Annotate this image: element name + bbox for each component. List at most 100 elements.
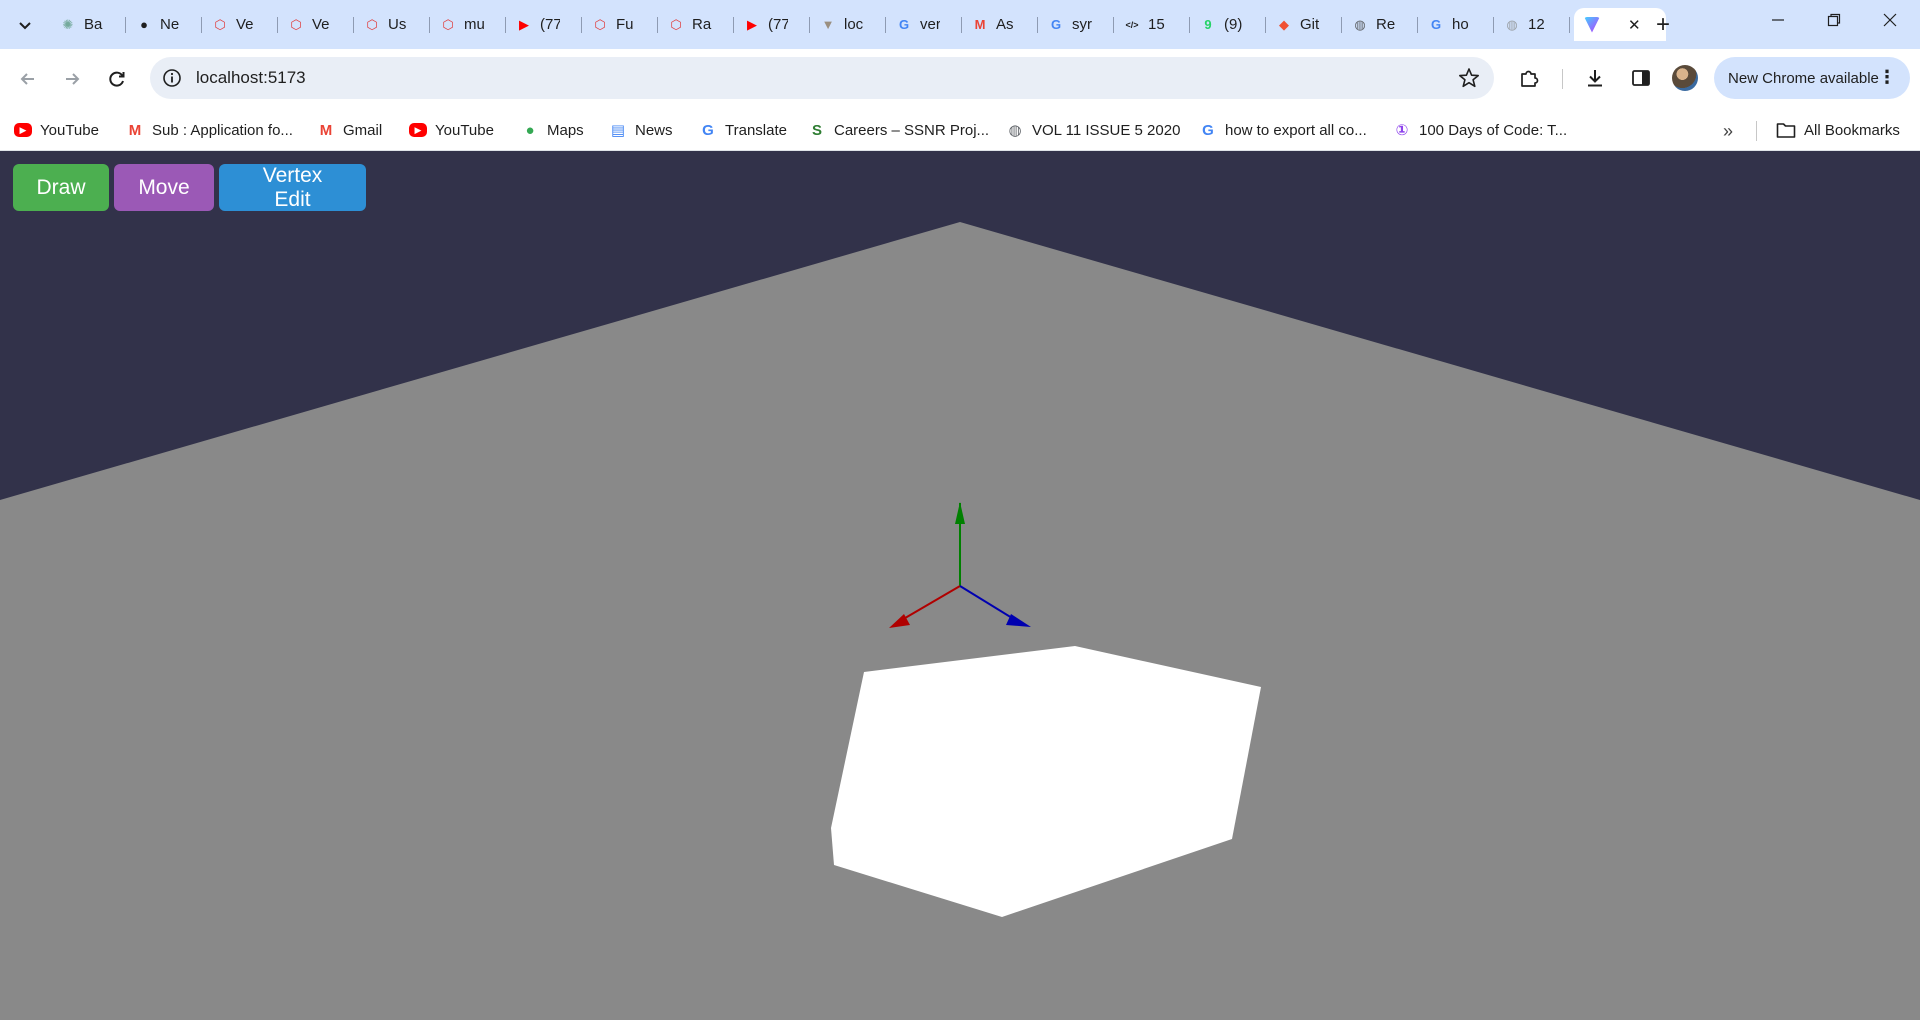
browser-tab[interactable]: 9 (9) [1190, 8, 1266, 41]
gmail-icon: M [128, 121, 142, 139]
tab-title: loc [844, 16, 864, 33]
bookmark-item[interactable]: S Careers – SSNR Proj... [808, 117, 989, 143]
back-button[interactable] [10, 61, 46, 97]
bookmark-item[interactable]: ▶ YouTube [409, 117, 494, 143]
bookmark-item[interactable]: Ghow to export all co... [1199, 117, 1367, 143]
code-icon: </> [1125, 19, 1139, 30]
more-menu-icon[interactable]: ⋮ [1878, 67, 1896, 87]
restore-button[interactable] [1806, 0, 1862, 40]
address-url[interactable]: localhost:5173 [196, 68, 306, 88]
new-chrome-available-button[interactable]: New Chrome available ⋮ [1714, 57, 1910, 99]
minimize-button[interactable] [1750, 0, 1806, 40]
tab-search-button[interactable] [8, 10, 42, 40]
hexagon-icon: ⬡ [442, 16, 454, 32]
browser-tab[interactable]: M As [962, 8, 1038, 41]
bookmark-item[interactable]: ▶ YouTube [14, 117, 99, 143]
browser-tab[interactable]: ⬡ Fu [582, 8, 658, 41]
bookmark-item[interactable]: ◍ VOL 11 ISSUE 5 2020 [1006, 117, 1180, 143]
puzzle-icon [1521, 70, 1539, 87]
google-icon: G [1430, 17, 1442, 32]
bookmark-label: Translate [725, 121, 787, 139]
chevron-double-right-icon: » [1722, 120, 1733, 141]
tab-title: Ra [692, 16, 712, 33]
hexagon-icon: ⬡ [594, 16, 606, 32]
tab-title: Ba [84, 16, 103, 33]
bookmark-item[interactable]: G Translate [699, 117, 787, 143]
browser-tab[interactable]: ◆ Git [1266, 8, 1342, 41]
toolbar-divider [1562, 69, 1563, 89]
arrow-left-icon [20, 73, 34, 85]
close-window-button[interactable] [1862, 0, 1918, 40]
all-bookmarks-label: All Bookmarks [1804, 121, 1900, 139]
bookmark-label: Careers – SSNR Proj... [834, 121, 990, 139]
vertex-edit-mode-button[interactable]: Vertex Edit [219, 164, 366, 211]
draw-mode-button[interactable]: Draw [13, 164, 109, 211]
globe-icon: ◍ [1354, 16, 1366, 32]
gmail-icon: M [319, 121, 333, 139]
browser-tab[interactable]: ⬡ Ve [278, 8, 354, 41]
tab-title: Fu [616, 16, 634, 33]
bookmark-star-icon[interactable] [1458, 67, 1480, 89]
hexagon-icon: ⬡ [290, 16, 302, 32]
bookmark-item[interactable]: ▤ News [609, 117, 673, 143]
address-bar[interactable]: localhost:5173 [150, 57, 1494, 99]
youtube-icon: ▶ [519, 16, 529, 32]
chevron-down-icon [19, 22, 31, 30]
browser-tab[interactable]: ✺ Ba [50, 8, 126, 41]
restore-icon [1827, 13, 1841, 27]
tab-title: Ve [312, 16, 330, 33]
tab-title: (77 [768, 16, 788, 33]
new-tab-button[interactable]: + [1648, 10, 1678, 40]
tab-title: mu [464, 16, 484, 33]
code-badge-icon: ① [1395, 122, 1409, 139]
side-panel-button[interactable] [1628, 65, 1654, 91]
maps-pin-icon: ● [525, 121, 535, 139]
bookmark-item[interactable]: ① 100 Days of Code: T... [1393, 117, 1568, 143]
google-icon: G [1050, 17, 1062, 32]
bookmarks-overflow-button[interactable]: » [1716, 121, 1740, 141]
translate-icon: G [702, 121, 714, 139]
browser-tab[interactable]: ⬡ Us [354, 8, 430, 41]
tab-title: 15 [1148, 16, 1165, 33]
downloads-button[interactable] [1582, 65, 1608, 91]
minimize-icon [1772, 19, 1784, 21]
mode-toolbar: Draw Move Vertex Edit [13, 164, 366, 211]
all-bookmarks-button[interactable]: All Bookmarks [1776, 117, 1900, 143]
browser-tab[interactable]: ◍ Re [1342, 8, 1418, 41]
tab-title: Us [388, 16, 407, 33]
whatsapp-icon: 9 [1204, 17, 1212, 32]
bookmark-item[interactable]: M Sub : Application fo... [126, 117, 293, 143]
browser-tab[interactable]: ▶ (77 [506, 8, 582, 41]
app-viewport: Draw Move Vertex Edit [0, 151, 1920, 1020]
plus-icon: + [1655, 11, 1670, 38]
browser-tab[interactable]: </> 15 [1114, 8, 1190, 41]
bookmark-item[interactable]: ● Maps [521, 117, 583, 143]
tab-title: Git [1300, 16, 1320, 33]
browser-tab[interactable]: Gver [886, 8, 962, 41]
browser-tab[interactable]: ● Ne [126, 8, 202, 41]
browser-tab[interactable]: Gsyr [1038, 8, 1114, 41]
browser-tab[interactable]: ▶ (77 [734, 8, 810, 41]
bookmark-item[interactable]: M Gmail [317, 117, 382, 143]
browser-tab[interactable]: ⬡ mu [430, 8, 506, 41]
browser-tab[interactable]: ▼ loc [810, 8, 886, 41]
bookmark-label: how to export all co... [1225, 121, 1367, 139]
extensions-button[interactable] [1516, 65, 1542, 91]
browser-tab[interactable]: ⬡ Ra [658, 8, 734, 41]
browser-tab[interactable]: ⬡ Ve [202, 8, 278, 41]
hexagon-icon: ⬡ [670, 16, 682, 32]
tab-title: Ne [160, 16, 180, 33]
download-icon [1588, 70, 1602, 87]
scene-canvas[interactable] [0, 151, 1920, 1020]
browser-tab[interactable]: ◍ 12 [1494, 8, 1570, 41]
bookmarks-divider [1756, 121, 1757, 141]
reload-button[interactable] [99, 61, 135, 97]
move-mode-button[interactable]: Move [114, 164, 214, 211]
profile-avatar[interactable] [1672, 65, 1698, 91]
close-tab-icon[interactable]: ✕ [1628, 16, 1641, 34]
forward-button[interactable] [54, 61, 90, 97]
youtube-icon: ▶ [14, 123, 32, 137]
browser-tab[interactable]: Gho [1418, 8, 1494, 41]
google-icon: G [898, 17, 910, 32]
site-info-icon[interactable] [162, 68, 182, 88]
